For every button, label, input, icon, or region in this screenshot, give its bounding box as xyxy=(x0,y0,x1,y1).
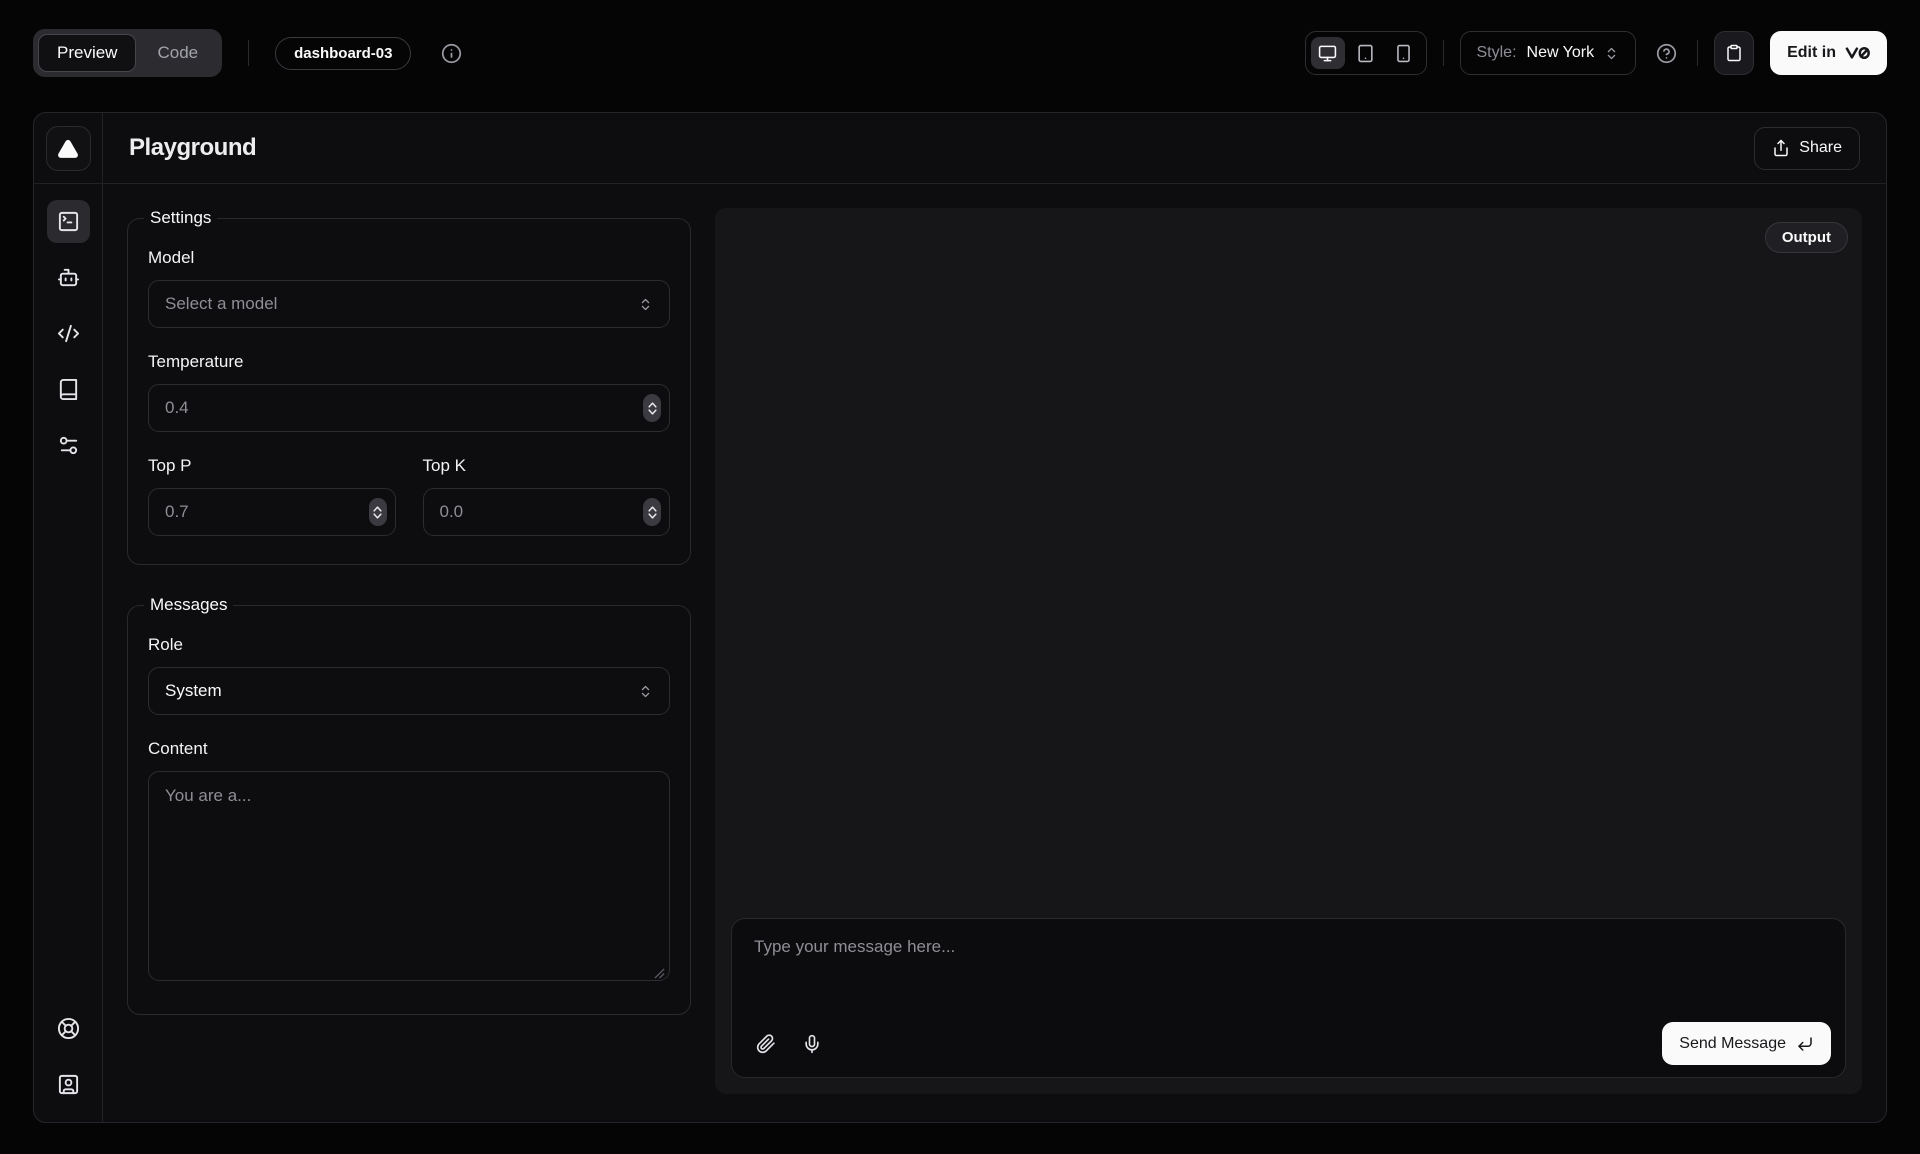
paperclip-icon xyxy=(756,1034,776,1054)
life-buoy-icon xyxy=(57,1017,80,1040)
square-terminal-icon xyxy=(57,210,80,233)
use-microphone-button[interactable] xyxy=(792,1024,832,1064)
sidebar-item-api[interactable] xyxy=(47,312,90,355)
sidebar-item-help[interactable] xyxy=(47,1007,90,1050)
top-p-label: Top P xyxy=(148,456,396,476)
send-message-label: Send Message xyxy=(1679,1035,1786,1053)
tablet-icon xyxy=(1356,44,1375,63)
number-stepper[interactable] xyxy=(643,394,661,422)
sidebar-item-documentation[interactable] xyxy=(47,368,90,411)
settings-fieldset: Settings Model Select a model Temperatur… xyxy=(127,208,691,565)
style-select-value: New York xyxy=(1527,44,1595,62)
style-select-label: Style: xyxy=(1477,44,1517,62)
role-label: Role xyxy=(148,635,670,655)
book-icon xyxy=(57,378,80,401)
message-composer: Send Message xyxy=(731,918,1846,1078)
send-message-button[interactable]: Send Message xyxy=(1662,1022,1831,1065)
content-label: Content xyxy=(148,739,670,759)
v0-logo-icon xyxy=(1845,46,1870,60)
toolbar-divider xyxy=(1697,40,1698,66)
top-k-label: Top K xyxy=(423,456,671,476)
role-select[interactable]: System xyxy=(148,667,670,715)
configuration-column: Settings Model Select a model Temperatur… xyxy=(127,208,691,1094)
bot-icon xyxy=(57,266,80,289)
output-panel: Output xyxy=(715,208,1862,1094)
smartphone-icon xyxy=(1394,44,1413,63)
help-button[interactable] xyxy=(1652,39,1681,68)
chevrons-up-down-icon xyxy=(638,684,653,699)
page-title: Playground xyxy=(129,134,256,162)
device-tablet-button[interactable] xyxy=(1349,37,1383,69)
content-textarea[interactable] xyxy=(148,771,670,981)
tab-code[interactable]: Code xyxy=(138,34,217,72)
monitor-icon xyxy=(1318,44,1337,63)
triangle-logo-icon xyxy=(57,137,79,159)
info-icon xyxy=(441,43,462,64)
top-toolbar: Preview Code dashboard-03 xyxy=(0,0,1920,106)
settings-legend: Settings xyxy=(144,208,217,228)
number-stepper[interactable] xyxy=(643,498,661,526)
edit-in-v0-button[interactable]: Edit in xyxy=(1770,31,1887,75)
device-desktop-button[interactable] xyxy=(1311,37,1345,69)
chevrons-up-down-icon xyxy=(1604,46,1619,61)
share-button-label: Share xyxy=(1799,139,1842,157)
top-p-input[interactable] xyxy=(148,488,396,536)
edit-in-v0-label: Edit in xyxy=(1787,44,1836,62)
message-input[interactable] xyxy=(746,929,1831,1014)
model-select[interactable]: Select a model xyxy=(148,280,670,328)
temperature-label: Temperature xyxy=(148,352,670,372)
model-label: Model xyxy=(148,248,670,268)
settings-sliders-icon xyxy=(57,434,80,457)
sidebar-item-models[interactable] xyxy=(47,256,90,299)
top-k-input[interactable] xyxy=(423,488,671,536)
app-logo-button[interactable] xyxy=(46,126,91,171)
mic-icon xyxy=(802,1034,822,1054)
sidebar-item-playground[interactable] xyxy=(47,200,90,243)
sidebar-item-account[interactable] xyxy=(47,1063,90,1106)
view-mode-toggle: Preview Code xyxy=(33,29,222,77)
toolbar-divider xyxy=(1443,40,1444,66)
role-select-value: System xyxy=(165,681,638,701)
device-mobile-button[interactable] xyxy=(1387,37,1421,69)
sidebar-item-settings[interactable] xyxy=(47,424,90,467)
model-select-placeholder: Select a model xyxy=(165,294,638,314)
messages-fieldset: Messages Role System Content xyxy=(127,595,691,1015)
corner-down-left-icon xyxy=(1796,1035,1814,1053)
project-name-badge: dashboard-03 xyxy=(275,37,411,70)
chevrons-up-down-icon xyxy=(638,297,653,312)
share-button[interactable]: Share xyxy=(1754,127,1860,170)
app-header: Playground Share xyxy=(34,113,1886,184)
copy-code-button[interactable] xyxy=(1714,31,1754,75)
help-circle-icon xyxy=(1656,43,1677,64)
tab-preview[interactable]: Preview xyxy=(38,34,136,72)
temperature-input[interactable] xyxy=(148,384,670,432)
info-button[interactable] xyxy=(437,39,466,68)
style-select[interactable]: Style: New York xyxy=(1460,31,1637,75)
square-user-icon xyxy=(57,1073,80,1096)
output-badge: Output xyxy=(1765,222,1848,253)
clipboard-icon xyxy=(1725,44,1743,62)
code-icon xyxy=(57,322,80,345)
messages-legend: Messages xyxy=(144,595,233,615)
sidebar-rail xyxy=(34,184,103,1122)
attach-file-button[interactable] xyxy=(746,1024,786,1064)
preview-frame: Playground Share xyxy=(33,112,1887,1123)
share-icon xyxy=(1772,139,1790,157)
number-stepper[interactable] xyxy=(369,498,387,526)
device-preview-toggle xyxy=(1305,31,1427,75)
toolbar-divider xyxy=(248,40,249,66)
